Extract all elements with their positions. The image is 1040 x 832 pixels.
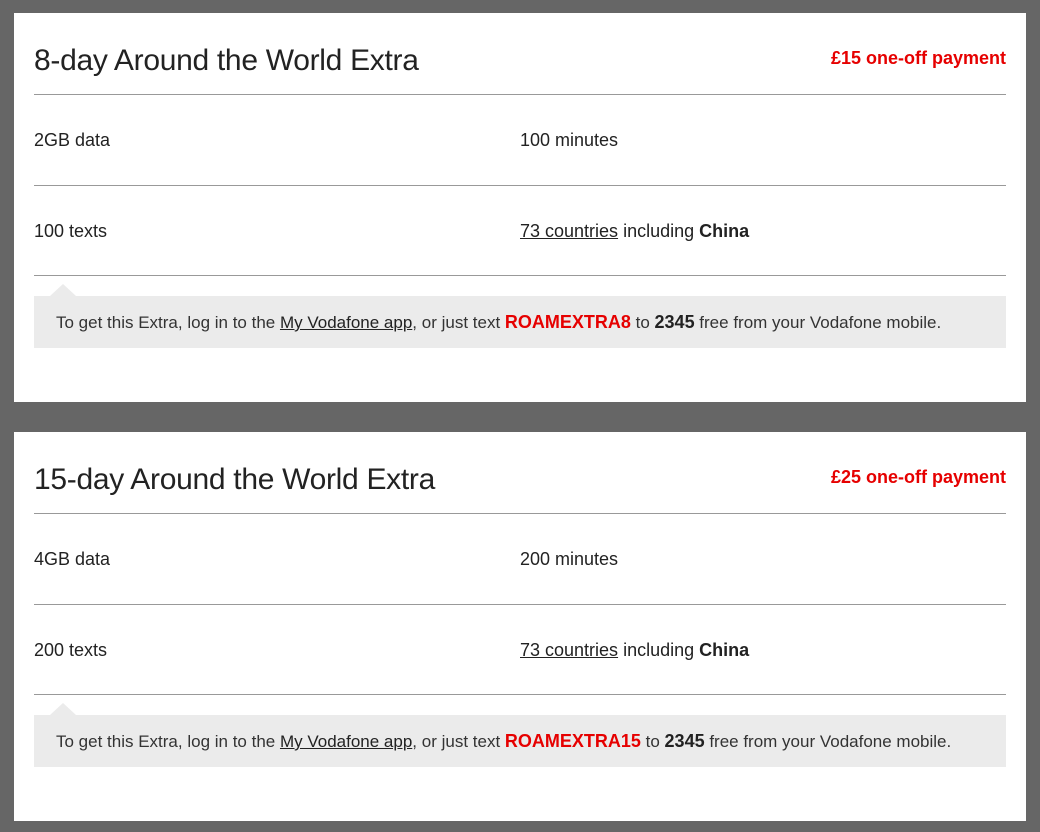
divider — [34, 513, 1006, 514]
my-vodafone-app-link[interactable]: My Vodafone app — [280, 313, 412, 332]
plan-card-content: 8-day Around the World Extra £15 one-off… — [34, 13, 1006, 402]
plan-title: 15-day Around the World Extra — [34, 463, 435, 496]
plan-price: £25 one-off payment — [830, 467, 1006, 487]
divider — [34, 94, 1006, 95]
note-pointer — [50, 703, 76, 715]
plan-card-15-day: 15-day Around the World Extra £25 one-of… — [14, 432, 1026, 821]
note-to: to — [640, 732, 665, 751]
minutes-allowance: 100 minutes — [520, 130, 619, 150]
plan-card-8-day: 8-day Around the World Extra £15 one-off… — [14, 13, 1026, 402]
sms-number: 2345 — [654, 312, 695, 332]
sms-number: 2345 — [664, 731, 705, 751]
note-to: to — [630, 313, 655, 332]
note-prefix: To get this Extra, log in to the — [56, 313, 280, 332]
countries-link[interactable]: 73 countries — [520, 221, 618, 241]
plan-title: 8-day Around the World Extra — [34, 44, 419, 77]
countries-link[interactable]: 73 countries — [520, 640, 618, 660]
note-prefix: To get this Extra, log in to the — [56, 732, 280, 751]
divider — [34, 185, 1006, 186]
note-suffix: free from your Vodafone mobile. — [694, 313, 942, 332]
my-vodafone-app-link[interactable]: My Vodafone app — [280, 732, 412, 751]
plan-card-content: 15-day Around the World Extra £25 one-of… — [34, 432, 1006, 821]
sms-code: ROAMEXTRA8 — [504, 312, 631, 332]
divider — [34, 604, 1006, 605]
sms-code: ROAMEXTRA15 — [504, 731, 641, 751]
note-suffix: free from your Vodafone mobile. — [704, 732, 952, 751]
plan-price: £15 one-off payment — [830, 48, 1006, 68]
data-allowance: 4GB data — [34, 549, 111, 569]
countries-info: 73 countries including China — [520, 219, 749, 243]
note-middle: , or just text — [412, 313, 505, 332]
texts-allowance: 100 texts — [34, 221, 108, 241]
country-name: China — [699, 221, 750, 241]
note-middle: , or just text — [412, 732, 505, 751]
countries-info: 73 countries including China — [520, 638, 749, 662]
divider — [34, 275, 1006, 276]
minutes-allowance: 200 minutes — [520, 549, 619, 569]
country-name: China — [699, 640, 750, 660]
including-text: including — [618, 640, 700, 660]
including-text: including — [618, 221, 700, 241]
activation-note: To get this Extra, log in to the My Voda… — [34, 703, 1006, 767]
divider — [34, 694, 1006, 695]
data-allowance: 2GB data — [34, 130, 111, 150]
texts-allowance: 200 texts — [34, 640, 108, 660]
note-pointer — [50, 284, 76, 296]
activation-note: To get this Extra, log in to the My Voda… — [34, 284, 1006, 348]
